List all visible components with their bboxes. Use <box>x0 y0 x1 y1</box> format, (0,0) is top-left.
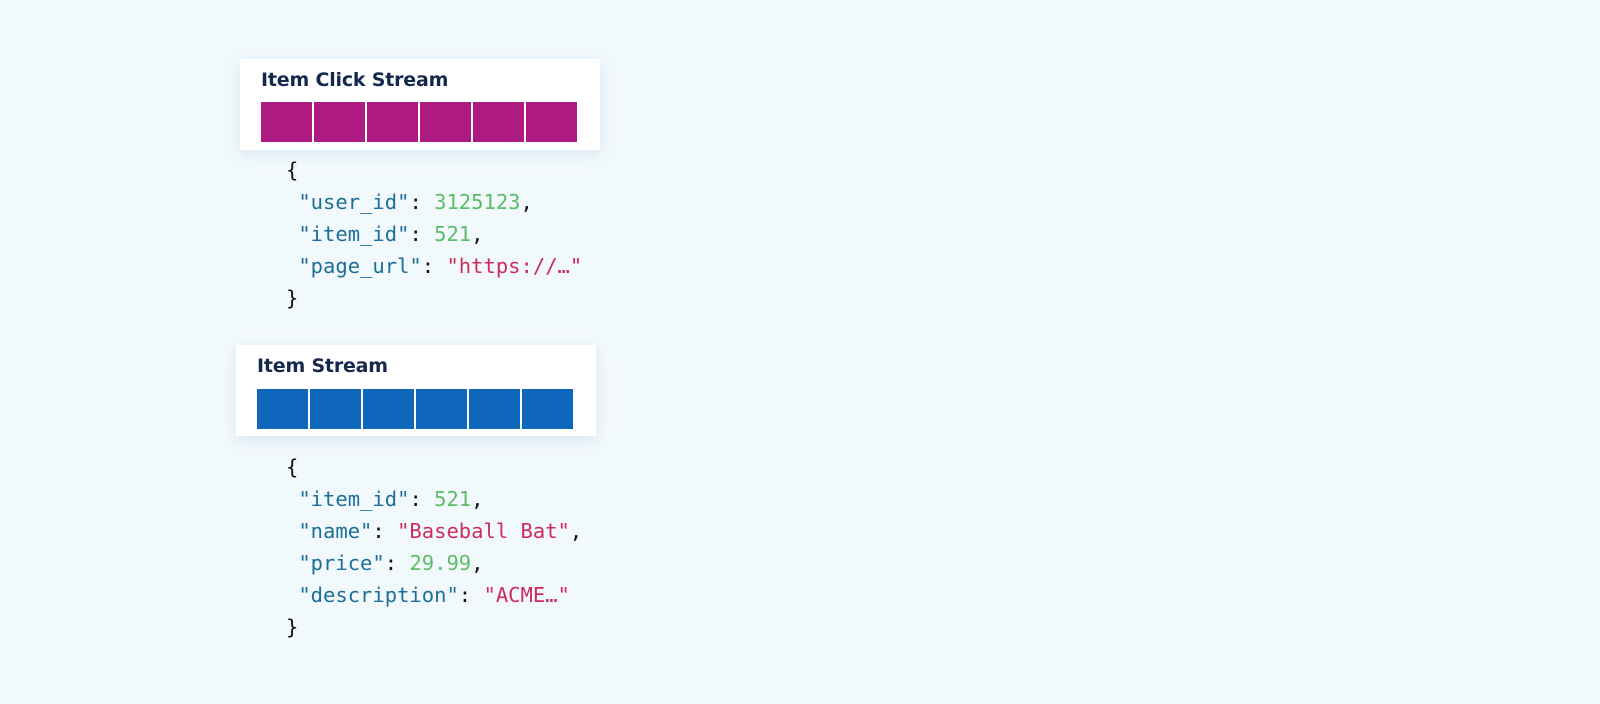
separator: : <box>421 254 447 278</box>
field-value: "https://…" <box>446 254 583 278</box>
code-line: } <box>286 282 582 314</box>
stream-cell <box>416 389 467 429</box>
comma: , <box>471 487 484 511</box>
field-key: "item_id" <box>298 222 410 246</box>
comma: , <box>471 222 484 246</box>
stream-cells <box>261 102 577 142</box>
stream-cell <box>522 389 573 429</box>
code-line: "item_id": 521, <box>286 218 582 250</box>
separator: : <box>372 519 398 543</box>
field-value: 521 <box>434 487 472 511</box>
item-click-record: { "user_id": 3125123, "item_id": 521, "p… <box>286 154 582 314</box>
field-key: "page_url" <box>298 254 422 278</box>
stream-title: Item Click Stream <box>261 69 449 91</box>
close-brace: } <box>286 615 299 639</box>
stream-cell <box>469 389 520 429</box>
stream-cell <box>363 389 414 429</box>
item-click-stream-card: Item Click Stream <box>240 59 600 150</box>
separator: : <box>409 487 435 511</box>
stream-cell <box>261 102 312 142</box>
separator: : <box>409 190 435 214</box>
field-key: "name" <box>298 519 373 543</box>
field-key: "item_id" <box>298 487 410 511</box>
code-line: "price": 29.99, <box>286 547 582 579</box>
open-brace: { <box>286 158 299 182</box>
stream-cell <box>526 102 577 142</box>
code-line: { <box>286 154 582 186</box>
separator: : <box>458 583 484 607</box>
code-line: { <box>286 451 582 483</box>
stream-cell <box>367 102 418 142</box>
stream-cell <box>257 389 308 429</box>
code-line: "name": "Baseball Bat", <box>286 515 582 547</box>
code-line: } <box>286 611 582 643</box>
code-line: "item_id": 521, <box>286 483 582 515</box>
diagram-canvas: Item Click Stream { "user_id": 3125123, … <box>0 0 1600 704</box>
field-key: "price" <box>298 551 385 575</box>
field-key: "description" <box>298 583 459 607</box>
item-record: { "item_id": 521, "name": "Baseball Bat"… <box>286 451 582 643</box>
field-value: 521 <box>434 222 472 246</box>
field-value: "ACME…" <box>483 583 570 607</box>
separator: : <box>384 551 410 575</box>
code-line: "description": "ACME…" <box>286 579 582 611</box>
code-line: "user_id": 3125123, <box>286 186 582 218</box>
stream-cell <box>314 102 365 142</box>
stream-cell <box>420 102 471 142</box>
comma: , <box>471 551 484 575</box>
separator: : <box>409 222 435 246</box>
stream-cell <box>310 389 361 429</box>
field-value: 29.99 <box>409 551 472 575</box>
stream-title: Item Stream <box>257 355 388 377</box>
field-value: "Baseball Bat" <box>397 519 570 543</box>
item-stream-card: Item Stream <box>236 345 596 436</box>
stream-cell <box>473 102 524 142</box>
code-line: "page_url": "https://…" <box>286 250 582 282</box>
field-value: 3125123 <box>434 190 521 214</box>
comma: , <box>520 190 533 214</box>
stream-cells <box>257 389 573 429</box>
open-brace: { <box>286 455 299 479</box>
comma: , <box>569 519 583 543</box>
field-key: "user_id" <box>298 190 410 214</box>
close-brace: } <box>286 286 299 310</box>
